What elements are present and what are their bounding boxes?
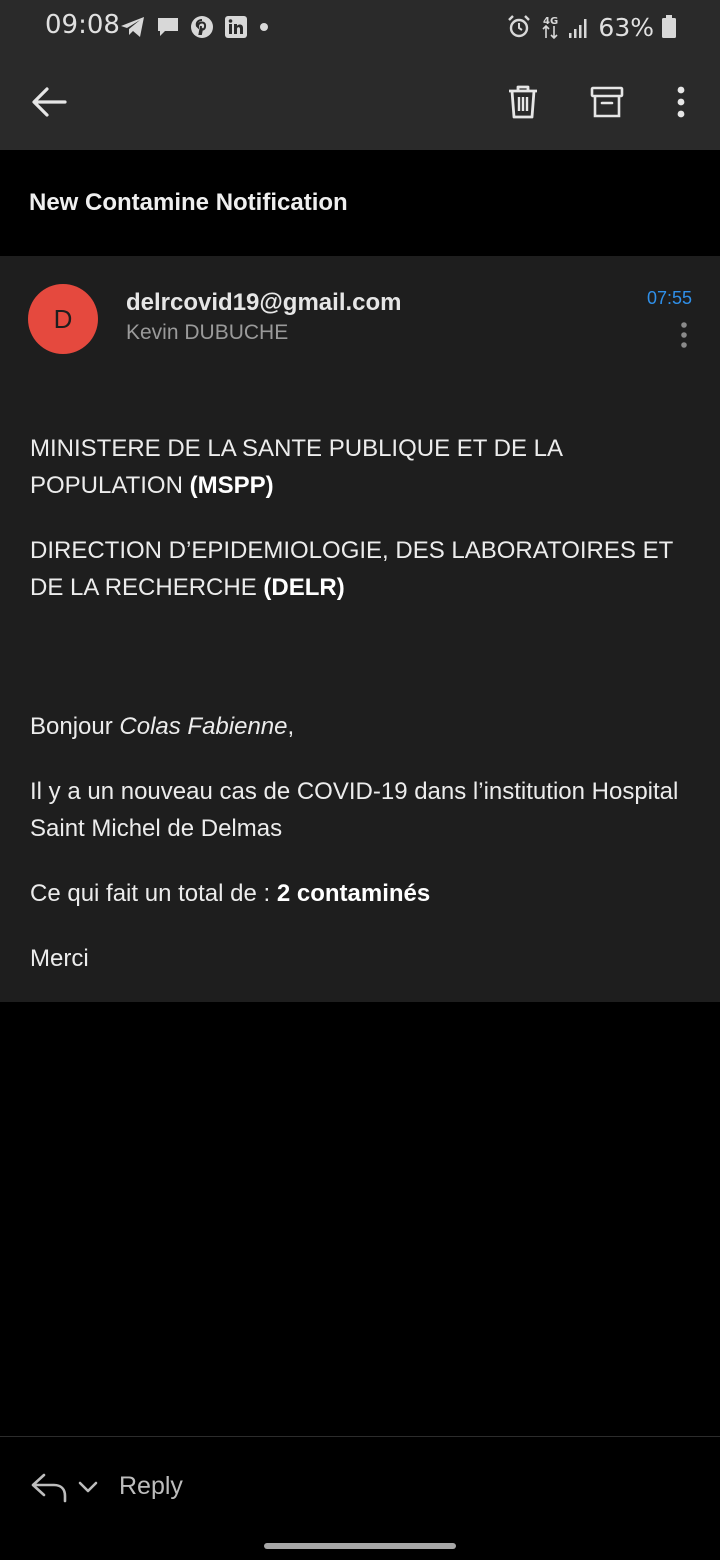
subject-header: New Contamine Notification bbox=[0, 150, 720, 256]
message-more-button[interactable] bbox=[672, 318, 696, 352]
reply-icon[interactable] bbox=[30, 1471, 70, 1505]
avatar[interactable]: D bbox=[28, 284, 98, 354]
archive-icon bbox=[590, 86, 624, 118]
chevron-down-icon[interactable] bbox=[77, 1475, 99, 1499]
message-time: 07:55 bbox=[646, 288, 692, 308]
status-bar: 09:08 4G 63% bbox=[0, 0, 720, 52]
more-options-button[interactable] bbox=[659, 80, 703, 124]
sender-email[interactable]: delrcovid19@gmail.com bbox=[126, 289, 402, 317]
notification-icons bbox=[120, 13, 270, 41]
pinterest-icon bbox=[191, 16, 213, 38]
ministry-text: MINISTERE DE LA SANTE PUBLIQUE ET DE LA … bbox=[30, 435, 562, 499]
email-subject: New Contamine Notification bbox=[29, 189, 348, 216]
body-new-case: Il y a un nouveau cas de COVID-19 dans l… bbox=[30, 778, 679, 842]
battery-icon bbox=[662, 15, 676, 38]
avatar-letter: D bbox=[53, 303, 73, 334]
trash-icon bbox=[509, 85, 537, 119]
sender-name: Kevin DUBUCHE bbox=[126, 321, 289, 344]
home-indicator[interactable] bbox=[264, 1543, 456, 1549]
reply-bar: Reply bbox=[0, 1437, 720, 1560]
greeting-name: Colas Fabienne bbox=[119, 713, 288, 740]
direction-acronym: (DELR) bbox=[263, 574, 345, 601]
more-vertical-icon bbox=[681, 322, 687, 348]
app-toolbar bbox=[0, 52, 720, 150]
svg-text:4G: 4G bbox=[543, 16, 558, 27]
alarm-icon bbox=[508, 15, 531, 38]
email-message: D delrcovid19@gmail.com Kevin DUBUCHE 07… bbox=[0, 256, 720, 1002]
greeting-prefix: Bonjour bbox=[30, 713, 120, 740]
data-4g-icon: 4G bbox=[542, 16, 559, 40]
body-closing: Merci bbox=[30, 945, 89, 972]
battery-percent: 63% bbox=[598, 12, 654, 42]
more-vertical-icon bbox=[677, 86, 685, 118]
archive-button[interactable] bbox=[585, 80, 629, 124]
total-text: Ce qui fait un total de : bbox=[30, 880, 277, 907]
ministry-acronym: (MSPP) bbox=[189, 472, 274, 499]
linkedin-icon bbox=[225, 16, 247, 38]
telegram-icon bbox=[121, 17, 144, 37]
chat-icon bbox=[158, 18, 178, 36]
status-time: 09:08 bbox=[45, 10, 120, 40]
body-direction: DIRECTION D’EPIDEMIOLOGIE, DES LABORATOI… bbox=[30, 532, 695, 606]
back-button[interactable] bbox=[27, 80, 71, 124]
body-greeting: Bonjour Colas Fabienne, bbox=[30, 708, 695, 745]
delete-button[interactable] bbox=[501, 80, 545, 124]
total-count: 2 contaminés bbox=[276, 880, 431, 907]
arrow-left-icon bbox=[32, 87, 67, 117]
greeting-suffix: , bbox=[287, 713, 295, 740]
body-total: Ce qui fait un total de : 2 contaminés bbox=[30, 875, 695, 912]
reply-button[interactable]: Reply bbox=[119, 1472, 183, 1501]
direction-text: DIRECTION D’EPIDEMIOLOGIE, DES LABORATOI… bbox=[30, 537, 673, 601]
signal-icon bbox=[569, 19, 587, 38]
system-icons: 4G 63% bbox=[506, 12, 676, 42]
body-ministry: MINISTERE DE LA SANTE PUBLIQUE ET DE LA … bbox=[30, 430, 695, 504]
dot-icon bbox=[260, 23, 268, 31]
